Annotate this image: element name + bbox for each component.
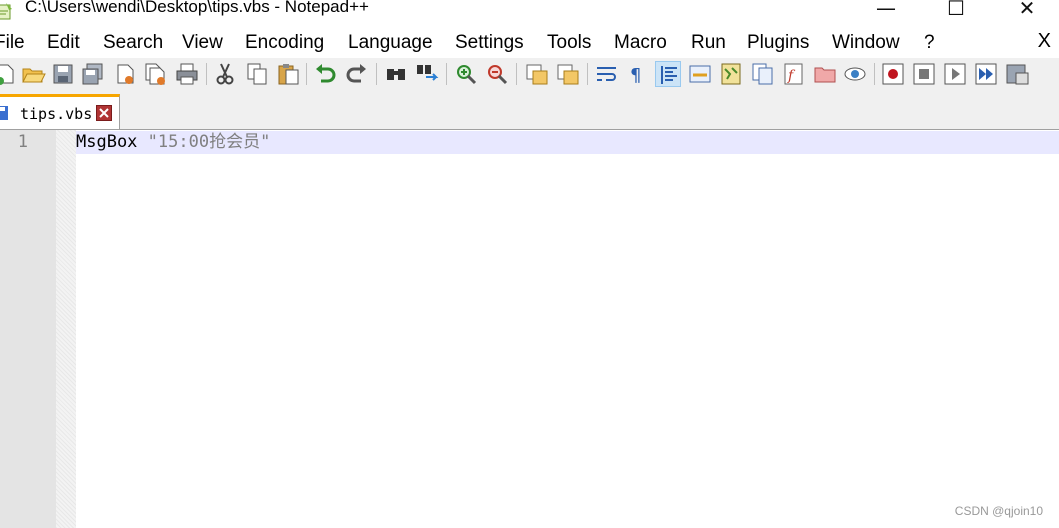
editor-area[interactable]: 1 MsgBox "15:00抢会员" CSDN @qjoin10 bbox=[0, 130, 1059, 528]
title-bar: C:\Users\wendi\Desktop\tips.vbs - Notepa… bbox=[0, 0, 1059, 28]
menu-settings[interactable]: Settings bbox=[455, 32, 524, 54]
undo-icon[interactable] bbox=[312, 61, 338, 87]
menu-macro[interactable]: Macro bbox=[614, 32, 667, 54]
fold-margin[interactable] bbox=[56, 130, 76, 528]
minimize-button[interactable]: — bbox=[866, 0, 906, 22]
menu-help[interactable]: ? bbox=[924, 32, 935, 54]
line-number-margin: 1 bbox=[0, 130, 56, 528]
close-icon[interactable] bbox=[112, 61, 138, 87]
monitoring-icon[interactable] bbox=[842, 61, 868, 87]
document-list-icon[interactable] bbox=[750, 61, 776, 87]
svg-text:¶: ¶ bbox=[630, 65, 641, 86]
function-list-icon[interactable]: f bbox=[781, 61, 807, 87]
find-icon[interactable] bbox=[383, 61, 409, 87]
folder-as-workspace-icon[interactable] bbox=[812, 61, 838, 87]
toolbar: ¶ f bbox=[0, 58, 1059, 92]
record-macro-icon[interactable] bbox=[880, 61, 906, 87]
word-wrap-icon[interactable] bbox=[594, 61, 620, 87]
watermark: CSDN @qjoin10 bbox=[954, 504, 1043, 518]
stop-recording-icon[interactable] bbox=[911, 61, 937, 87]
notepad-plus-plus-icon bbox=[0, 3, 12, 20]
print-icon[interactable] bbox=[174, 61, 200, 87]
redo-icon[interactable] bbox=[344, 61, 370, 87]
cut-icon[interactable] bbox=[212, 61, 238, 87]
menu-bar: File Edit Search View Encoding Language … bbox=[0, 28, 1059, 58]
menu-view[interactable]: View bbox=[182, 32, 223, 54]
menu-plugins[interactable]: Plugins bbox=[747, 32, 809, 54]
zoom-in-icon[interactable] bbox=[453, 61, 479, 87]
save-all-icon[interactable] bbox=[80, 61, 106, 87]
window-title: C:\Users\wendi\Desktop\tips.vbs - Notepa… bbox=[25, 0, 369, 16]
close-document-button[interactable]: X bbox=[1038, 30, 1051, 53]
show-all-characters-icon[interactable]: ¶ bbox=[624, 61, 650, 87]
save-macro-icon[interactable] bbox=[1004, 61, 1030, 87]
open-folder-icon[interactable] bbox=[20, 61, 46, 87]
sync-horizontal-icon[interactable] bbox=[555, 61, 581, 87]
document-map-icon[interactable] bbox=[718, 61, 744, 87]
tab-bar: tips.vbs bbox=[0, 92, 1059, 130]
close-all-icon[interactable] bbox=[142, 61, 168, 87]
run-macro-multiple-icon[interactable] bbox=[973, 61, 999, 87]
line-number: 1 bbox=[17, 132, 28, 152]
zoom-out-icon[interactable] bbox=[484, 61, 510, 87]
sync-vertical-icon[interactable] bbox=[524, 61, 550, 87]
maximize-button[interactable]: ☐ bbox=[936, 0, 976, 22]
menu-encoding[interactable]: Encoding bbox=[245, 32, 324, 54]
new-file-icon[interactable] bbox=[0, 61, 18, 87]
indent-guide-icon[interactable] bbox=[655, 61, 681, 87]
menu-run[interactable]: Run bbox=[691, 32, 726, 54]
menu-file[interactable]: File bbox=[0, 32, 25, 54]
menu-tools[interactable]: Tools bbox=[547, 32, 591, 54]
menu-language[interactable]: Language bbox=[348, 32, 433, 54]
menu-search[interactable]: Search bbox=[103, 32, 163, 54]
menu-window[interactable]: Window bbox=[832, 32, 900, 54]
menu-edit[interactable]: Edit bbox=[47, 32, 80, 54]
save-icon[interactable] bbox=[50, 61, 76, 87]
code-string: "15:00抢会员" bbox=[147, 132, 271, 152]
playback-macro-icon[interactable] bbox=[942, 61, 968, 87]
code-line[interactable]: MsgBox "15:00抢会员" bbox=[76, 131, 270, 153]
code-keyword: MsgBox bbox=[76, 132, 138, 152]
tab-label: tips.vbs bbox=[20, 105, 93, 123]
tab-close-icon[interactable] bbox=[96, 105, 112, 121]
user-defined-language-icon[interactable] bbox=[687, 61, 713, 87]
saved-file-icon bbox=[0, 106, 8, 120]
copy-icon[interactable] bbox=[244, 61, 270, 87]
tab-tips-vbs[interactable]: tips.vbs bbox=[0, 94, 120, 129]
close-window-button[interactable]: ✕ bbox=[1007, 0, 1047, 22]
replace-icon[interactable] bbox=[414, 61, 440, 87]
paste-icon[interactable] bbox=[275, 61, 301, 87]
